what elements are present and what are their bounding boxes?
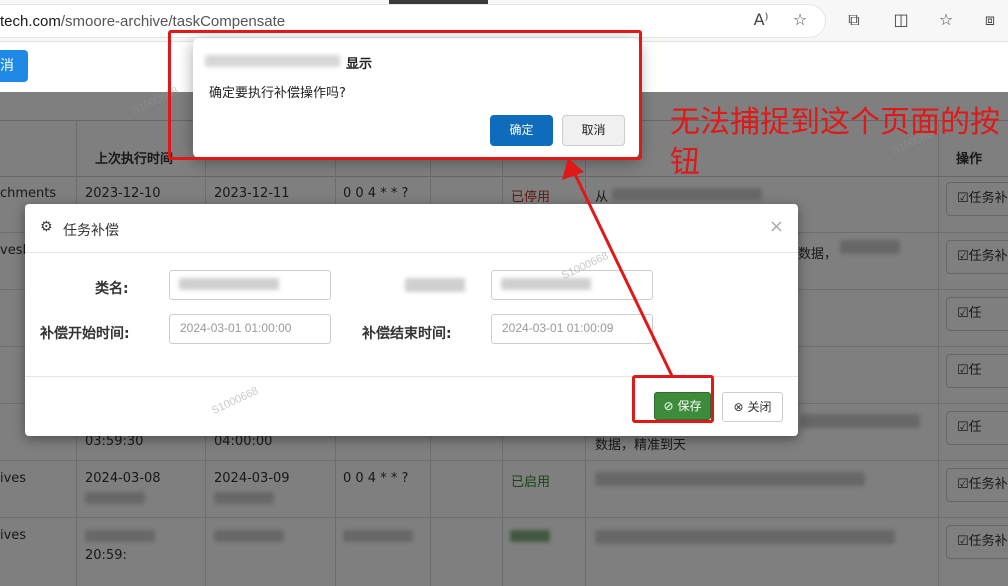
annotation-arrow [562, 158, 674, 377]
annotation-text: 无法捕捉到这个页面的按钮 [670, 105, 1000, 180]
